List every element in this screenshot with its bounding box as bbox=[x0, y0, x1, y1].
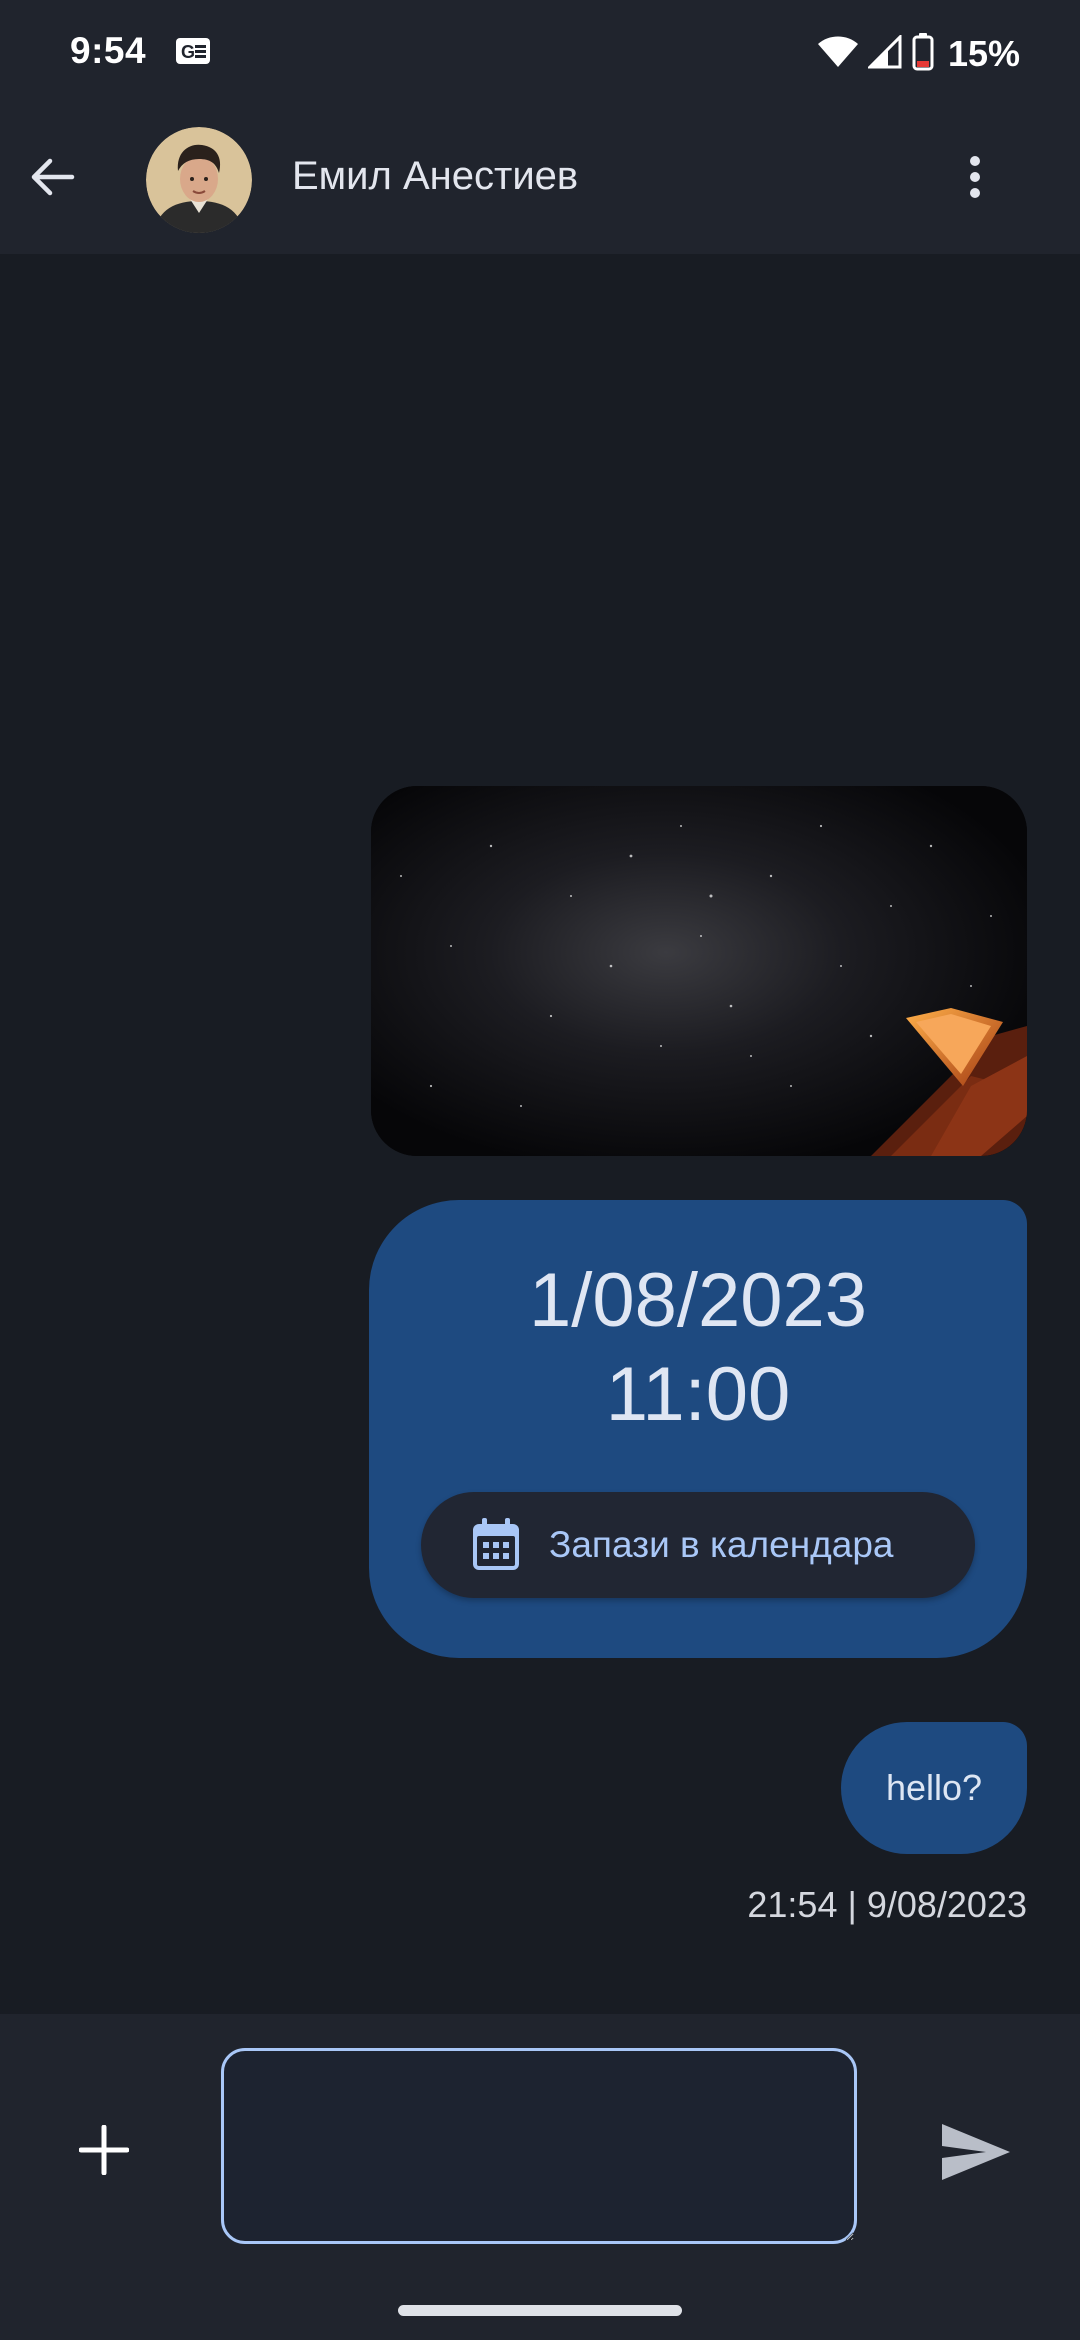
arrow-back-icon bbox=[28, 157, 76, 202]
avatar[interactable] bbox=[146, 127, 252, 233]
avatar-photo bbox=[146, 127, 252, 233]
cellular-signal-icon bbox=[866, 32, 902, 74]
message-input[interactable] bbox=[221, 2048, 857, 2244]
more-vert-icon bbox=[968, 155, 982, 204]
save-to-calendar-label: Запази в календара bbox=[549, 1524, 894, 1565]
text-message[interactable]: hello? bbox=[841, 1722, 1027, 1854]
svg-text:G: G bbox=[181, 42, 195, 62]
send-button[interactable] bbox=[934, 2112, 1018, 2196]
message-timestamp: 21:54 | 9/08/2023 bbox=[747, 1884, 1027, 1925]
save-to-calendar-button[interactable]: Запази в календара bbox=[421, 1492, 975, 1598]
more-options-button[interactable] bbox=[945, 149, 1005, 209]
add-attachment-button[interactable] bbox=[66, 2114, 142, 2190]
contact-name: Емил Анестиев bbox=[292, 154, 579, 198]
status-icons: 15% bbox=[817, 30, 1020, 78]
plus-icon bbox=[78, 2124, 130, 2180]
battery-low-icon bbox=[912, 32, 934, 76]
event-date: 1/08/2023 bbox=[528, 1258, 868, 1343]
wifi-icon bbox=[817, 36, 858, 73]
home-indicator[interactable] bbox=[398, 2305, 682, 2316]
back-button[interactable] bbox=[22, 149, 82, 209]
message-text: hello? bbox=[885, 1767, 983, 1808]
status-bar: 9:54 G 15% bbox=[0, 0, 1080, 104]
battery-percent: 15% bbox=[947, 33, 1020, 74]
datetime-message[interactable]: 1/08/2023 11:00 Запази в календара bbox=[369, 1200, 1027, 1658]
send-icon bbox=[940, 2122, 1012, 2187]
status-time: 9:54 bbox=[70, 30, 147, 71]
notification-card-icon: G bbox=[176, 38, 210, 69]
image-message[interactable] bbox=[371, 786, 1027, 1156]
event-time: 11:00 bbox=[605, 1352, 791, 1437]
calendar-icon bbox=[471, 1518, 521, 1572]
night-sky-photo bbox=[371, 786, 1027, 1156]
datetime-text: 1/08/2023 11:00 bbox=[369, 1254, 1027, 1442]
compose-bar bbox=[0, 2014, 1080, 2340]
conversation-header: Емил Анестиев bbox=[0, 104, 1080, 254]
